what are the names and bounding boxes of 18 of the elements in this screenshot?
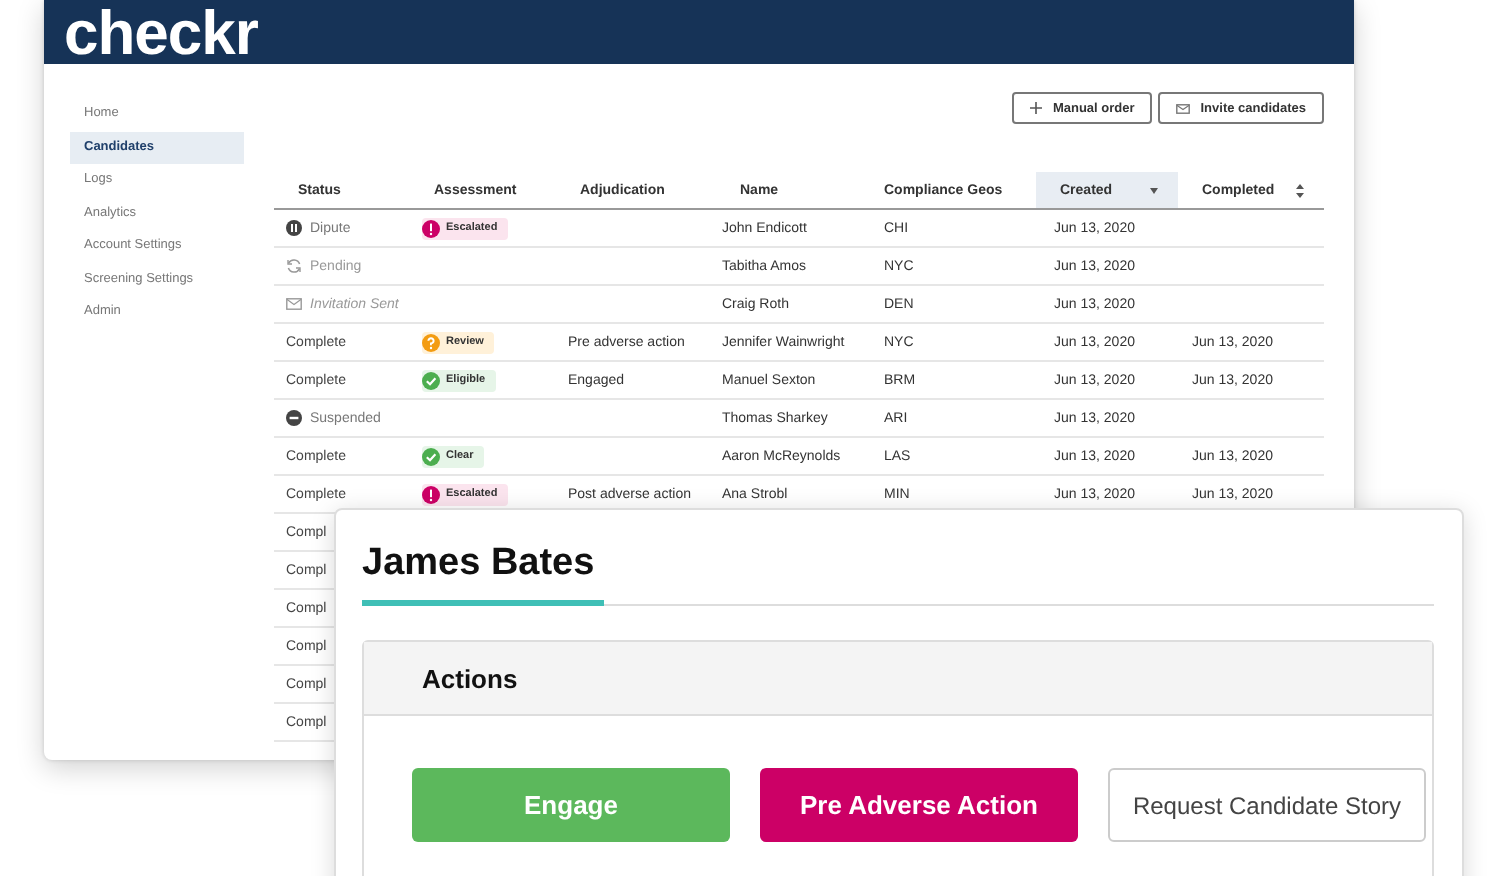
minus-circle-icon [286,410,302,426]
alert-icon [422,485,440,503]
pause-icon [286,220,302,236]
check-icon [422,447,440,465]
card-title: Actions [422,663,518,693]
sort-icon [1296,183,1304,197]
plus-icon [1030,102,1043,114]
request-story-button[interactable]: Request Candidate Story [1108,768,1426,842]
question-icon [422,333,440,351]
refresh-icon [286,258,302,274]
sort-caret-icon [1150,187,1158,193]
envelope-icon [1176,103,1191,113]
envelope-icon [286,298,302,310]
pre-adverse-action-button[interactable]: Pre Adverse Action [760,768,1078,842]
candidate-name-tab[interactable]: James Bates [362,542,604,606]
check-icon [422,371,440,389]
alert-icon [422,219,440,237]
logo: checkr [64,4,258,64]
